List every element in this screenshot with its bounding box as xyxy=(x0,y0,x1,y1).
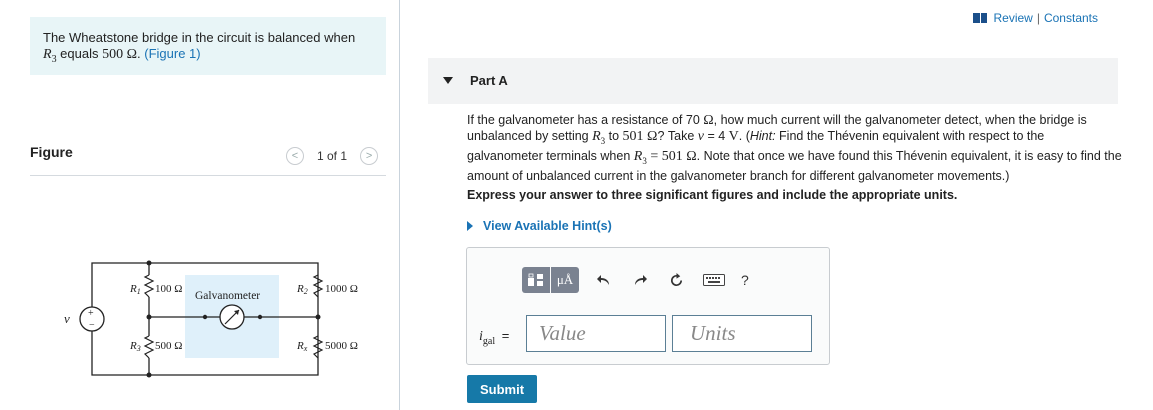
figure-pager: < 1 of 1 > xyxy=(286,147,379,165)
page: The Wheatstone bridge in the circuit is … xyxy=(0,0,1153,410)
left-panel: The Wheatstone bridge in the circuit is … xyxy=(0,0,400,410)
junction-dot xyxy=(146,260,152,266)
intro-equals-text: equals xyxy=(56,46,103,61)
pager-count: 1 of 1 xyxy=(317,149,348,163)
source-minus: − xyxy=(89,320,95,331)
r2-label: R2 xyxy=(296,283,308,296)
column-divider xyxy=(399,0,400,410)
galvanometer-label: Galvanometer xyxy=(195,290,260,302)
answer-variable-label: igal = xyxy=(479,328,510,347)
r1-value: 100 Ω xyxy=(155,283,182,295)
junction-dot xyxy=(202,314,208,320)
templates-button[interactable] xyxy=(522,267,550,293)
view-hints-toggle[interactable]: View Available Hint(s) xyxy=(467,219,612,233)
source-label: v xyxy=(64,311,70,326)
review-constants-bar: Review | Constants xyxy=(973,11,1098,25)
redo-icon[interactable] xyxy=(629,269,651,291)
rx-value: 5000 Ω xyxy=(325,340,358,352)
junction-dot xyxy=(146,372,152,378)
units-input[interactable]: Units xyxy=(672,315,812,352)
r3-value: 500 Ω xyxy=(102,47,138,62)
junction-dot xyxy=(257,314,263,320)
value-input[interactable]: Value xyxy=(526,315,666,352)
review-icon xyxy=(973,13,988,23)
hints-label: View Available Hint(s) xyxy=(483,219,612,233)
units-symbol-button[interactable]: μÅ xyxy=(551,267,579,293)
question-text: If the galvanometer has a resistance of … xyxy=(467,113,1122,184)
header-separator: | xyxy=(1036,11,1040,25)
toolbar-group: μÅ xyxy=(522,267,579,293)
templates-icon xyxy=(528,273,543,286)
keyboard-icon[interactable] xyxy=(703,269,725,291)
figure-link[interactable]: (Figure 1) xyxy=(144,46,200,61)
figure-divider xyxy=(30,175,386,176)
source-plus: + xyxy=(88,308,94,319)
r3-resistor xyxy=(143,335,155,359)
figure-title: Figure xyxy=(30,144,73,160)
junction-dot xyxy=(146,314,152,320)
r2-value: 1000 Ω xyxy=(325,283,358,295)
intro-box: The Wheatstone bridge in the circuit is … xyxy=(30,17,386,75)
r1-resistor xyxy=(143,274,155,298)
r3-value: 500 Ω xyxy=(155,340,182,352)
constants-link[interactable]: Constants xyxy=(1044,11,1098,25)
help-button[interactable]: ? xyxy=(741,272,749,288)
answer-instructions: Express your answer to three significant… xyxy=(467,188,958,202)
intro-period: . xyxy=(137,46,141,61)
caret-down-icon[interactable] xyxy=(443,77,453,84)
review-link[interactable]: Review xyxy=(993,11,1032,25)
junction-dot xyxy=(315,314,321,320)
pager-prev-button[interactable]: < xyxy=(286,147,304,165)
r1-label: R1 xyxy=(129,283,141,296)
answer-box: μÅ ? igal = Value Units xyxy=(466,247,830,365)
pager-next-button[interactable]: > xyxy=(360,147,379,165)
wheatstone-circuit-diagram: + − v R1 100 Ω Galvanometer R2 1000 Ω R3… xyxy=(64,260,358,378)
undo-icon[interactable] xyxy=(593,269,615,291)
rx-label: Rx xyxy=(296,340,308,353)
caret-right-icon xyxy=(467,221,473,231)
part-a-header[interactable]: Part A xyxy=(428,58,1118,104)
intro-text: The Wheatstone bridge in the circuit is … xyxy=(43,30,356,45)
submit-button[interactable]: Submit xyxy=(467,375,537,403)
math-toolbar: μÅ ? xyxy=(522,267,749,293)
part-title: Part A xyxy=(470,73,508,88)
r3-symbol: R3 xyxy=(43,47,57,65)
reset-icon[interactable] xyxy=(665,269,687,291)
r3-label: R3 xyxy=(129,340,141,353)
